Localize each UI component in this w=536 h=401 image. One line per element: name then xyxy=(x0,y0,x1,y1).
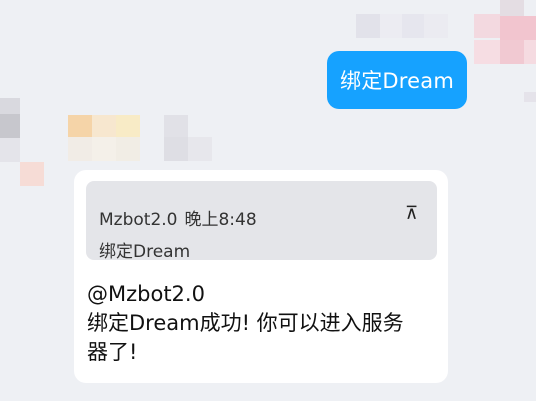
quote-text: 绑定Dream xyxy=(99,242,191,262)
reply-line: 绑定Dream成功! 你可以进入服务 xyxy=(87,311,404,335)
reply-message-text: @Mzbot2.0 绑定Dream成功! 你可以进入服务 器了! xyxy=(87,280,432,367)
incoming-message-bubble[interactable]: Mzbot2.0 晚上8:48 ⊼ 绑定Dream @Mzbot2.0 绑定Dre… xyxy=(74,170,448,383)
quote-collapse-icon[interactable]: ⊼ xyxy=(405,205,418,223)
reply-line: 器了! xyxy=(87,340,138,364)
reply-mention: @Mzbot2.0 xyxy=(87,282,205,306)
quote-sender-name: Mzbot2.0 xyxy=(99,210,178,230)
outgoing-message-bubble[interactable]: 绑定Dream xyxy=(327,51,467,109)
quote-time: 晚上8:48 xyxy=(184,210,257,230)
quote-header: Mzbot2.0 晚上8:48 xyxy=(99,205,257,230)
quoted-message[interactable]: Mzbot2.0 晚上8:48 ⊼ 绑定Dream xyxy=(86,181,437,262)
